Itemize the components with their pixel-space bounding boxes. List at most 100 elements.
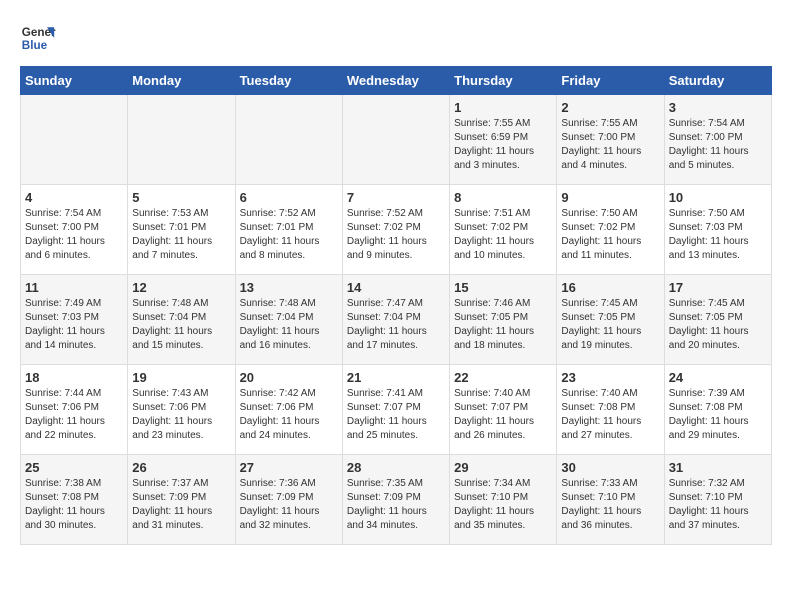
day-info: Sunrise: 7:55 AM Sunset: 7:00 PM Dayligh…: [561, 117, 659, 173]
calendar-cell: [21, 95, 128, 185]
day-number: 29: [454, 460, 552, 475]
calendar-cell: 1 Sunrise: 7:55 AM Sunset: 6:59 PM Daylig…: [450, 95, 557, 185]
calendar-cell: 12Sunrise: 7:48 AM Sunset: 7:04 PM Dayli…: [128, 275, 235, 365]
weekday-header: Saturday: [664, 67, 771, 95]
calendar-cell: 13 Sunrise: 7:48 AM Sunset: 7:04 PM Dayli…: [235, 275, 342, 365]
calendar-week-row: 11 Sunrise: 7:49 AM Sunset: 7:03 PM Dayli…: [21, 275, 772, 365]
weekday-header: Tuesday: [235, 67, 342, 95]
day-info: Sunrise: 7:38 AM Sunset: 7:08 PM Dayligh…: [25, 477, 123, 533]
calendar-cell: 20 Sunrise: 7:42 AM Sunset: 7:06 PM Dayli…: [235, 365, 342, 455]
calendar-cell: 10 Sunrise: 7:50 AM Sunset: 7:03 PM Dayli…: [664, 185, 771, 275]
day-info: Sunrise: 7:51 AM Sunset: 7:02 PM Dayligh…: [454, 207, 552, 263]
day-number: 4: [25, 190, 123, 205]
calendar-cell: 23Sunrise: 7:40 AM Sunset: 7:08 PM Dayli…: [557, 365, 664, 455]
calendar-cell: 8 Sunrise: 7:51 AM Sunset: 7:02 PM Daylig…: [450, 185, 557, 275]
day-number: 15: [454, 280, 552, 295]
day-info: Sunrise: 7:53 AM Sunset: 7:01 PM Dayligh…: [132, 207, 230, 263]
day-number: 3: [669, 100, 767, 115]
day-number: 10: [669, 190, 767, 205]
day-number: 17: [669, 280, 767, 295]
weekday-header: Thursday: [450, 67, 557, 95]
day-number: 1: [454, 100, 552, 115]
day-number: 16: [561, 280, 659, 295]
day-info: Sunrise: 7:34 AM Sunset: 7:10 PM Dayligh…: [454, 477, 552, 533]
day-info: Sunrise: 7:46 AM Sunset: 7:05 PM Dayligh…: [454, 297, 552, 353]
calendar-week-row: 25Sunrise: 7:38 AM Sunset: 7:08 PM Dayli…: [21, 455, 772, 545]
day-info: Sunrise: 7:33 AM Sunset: 7:10 PM Dayligh…: [561, 477, 659, 533]
logo: General Blue: [20, 20, 56, 56]
calendar-cell: 22 Sunrise: 7:40 AM Sunset: 7:07 PM Dayli…: [450, 365, 557, 455]
calendar-cell: 14 Sunrise: 7:47 AM Sunset: 7:04 PM Dayli…: [342, 275, 449, 365]
calendar-week-row: 18Sunrise: 7:44 AM Sunset: 7:06 PM Dayli…: [21, 365, 772, 455]
calendar-cell: 6 Sunrise: 7:52 AM Sunset: 7:01 PM Daylig…: [235, 185, 342, 275]
day-info: Sunrise: 7:49 AM Sunset: 7:03 PM Dayligh…: [25, 297, 123, 353]
day-info: Sunrise: 7:54 AM Sunset: 7:00 PM Dayligh…: [25, 207, 123, 263]
calendar-cell: 29 Sunrise: 7:34 AM Sunset: 7:10 PM Dayli…: [450, 455, 557, 545]
day-info: Sunrise: 7:41 AM Sunset: 7:07 PM Dayligh…: [347, 387, 445, 443]
day-info: Sunrise: 7:37 AM Sunset: 7:09 PM Dayligh…: [132, 477, 230, 533]
day-info: Sunrise: 7:32 AM Sunset: 7:10 PM Dayligh…: [669, 477, 767, 533]
calendar-cell: 9 Sunrise: 7:50 AM Sunset: 7:02 PM Daylig…: [557, 185, 664, 275]
calendar-cell: 15 Sunrise: 7:46 AM Sunset: 7:05 PM Dayli…: [450, 275, 557, 365]
weekday-header: Friday: [557, 67, 664, 95]
day-info: Sunrise: 7:35 AM Sunset: 7:09 PM Dayligh…: [347, 477, 445, 533]
calendar-cell: 11 Sunrise: 7:49 AM Sunset: 7:03 PM Dayli…: [21, 275, 128, 365]
day-number: 31: [669, 460, 767, 475]
day-number: 5: [132, 190, 230, 205]
calendar-cell: [235, 95, 342, 185]
calendar-cell: 19 Sunrise: 7:43 AM Sunset: 7:06 PM Dayli…: [128, 365, 235, 455]
calendar-cell: 2Sunrise: 7:55 AM Sunset: 7:00 PM Daylig…: [557, 95, 664, 185]
calendar-cell: 28 Sunrise: 7:35 AM Sunset: 7:09 PM Dayli…: [342, 455, 449, 545]
day-info: Sunrise: 7:55 AM Sunset: 6:59 PM Dayligh…: [454, 117, 552, 173]
day-number: 14: [347, 280, 445, 295]
calendar-header-row: SundayMondayTuesdayWednesdayThursdayFrid…: [21, 67, 772, 95]
day-number: 27: [240, 460, 338, 475]
day-number: 28: [347, 460, 445, 475]
calendar-cell: [128, 95, 235, 185]
day-number: 19: [132, 370, 230, 385]
day-info: Sunrise: 7:43 AM Sunset: 7:06 PM Dayligh…: [132, 387, 230, 443]
day-info: Sunrise: 7:45 AM Sunset: 7:05 PM Dayligh…: [561, 297, 659, 353]
logo-icon: General Blue: [20, 20, 56, 56]
day-info: Sunrise: 7:36 AM Sunset: 7:09 PM Dayligh…: [240, 477, 338, 533]
day-number: 8: [454, 190, 552, 205]
day-number: 26: [132, 460, 230, 475]
day-info: Sunrise: 7:50 AM Sunset: 7:02 PM Dayligh…: [561, 207, 659, 263]
day-number: 22: [454, 370, 552, 385]
day-info: Sunrise: 7:50 AM Sunset: 7:03 PM Dayligh…: [669, 207, 767, 263]
day-info: Sunrise: 7:47 AM Sunset: 7:04 PM Dayligh…: [347, 297, 445, 353]
day-info: Sunrise: 7:48 AM Sunset: 7:04 PM Dayligh…: [240, 297, 338, 353]
day-number: 20: [240, 370, 338, 385]
calendar-cell: 25Sunrise: 7:38 AM Sunset: 7:08 PM Dayli…: [21, 455, 128, 545]
weekday-header: Sunday: [21, 67, 128, 95]
day-number: 13: [240, 280, 338, 295]
calendar-cell: 5 Sunrise: 7:53 AM Sunset: 7:01 PM Daylig…: [128, 185, 235, 275]
calendar-cell: 21 Sunrise: 7:41 AM Sunset: 7:07 PM Dayli…: [342, 365, 449, 455]
calendar-cell: 4 Sunrise: 7:54 AM Sunset: 7:00 PM Daylig…: [21, 185, 128, 275]
weekday-header: Monday: [128, 67, 235, 95]
weekday-header: Wednesday: [342, 67, 449, 95]
day-number: 11: [25, 280, 123, 295]
day-number: 18: [25, 370, 123, 385]
day-number: 9: [561, 190, 659, 205]
calendar-cell: 7Sunrise: 7:52 AM Sunset: 7:02 PM Daylig…: [342, 185, 449, 275]
day-info: Sunrise: 7:40 AM Sunset: 7:07 PM Dayligh…: [454, 387, 552, 443]
page-header: General Blue: [20, 20, 772, 56]
svg-text:Blue: Blue: [22, 39, 48, 52]
calendar-cell: 3Sunrise: 7:54 AM Sunset: 7:00 PM Daylig…: [664, 95, 771, 185]
calendar-week-row: 1 Sunrise: 7:55 AM Sunset: 6:59 PM Daylig…: [21, 95, 772, 185]
day-info: Sunrise: 7:40 AM Sunset: 7:08 PM Dayligh…: [561, 387, 659, 443]
calendar-week-row: 4 Sunrise: 7:54 AM Sunset: 7:00 PM Daylig…: [21, 185, 772, 275]
calendar-cell: 26 Sunrise: 7:37 AM Sunset: 7:09 PM Dayli…: [128, 455, 235, 545]
calendar-cell: 24Sunrise: 7:39 AM Sunset: 7:08 PM Dayli…: [664, 365, 771, 455]
calendar-cell: 17Sunrise: 7:45 AM Sunset: 7:05 PM Dayli…: [664, 275, 771, 365]
calendar-cell: 18Sunrise: 7:44 AM Sunset: 7:06 PM Dayli…: [21, 365, 128, 455]
day-info: Sunrise: 7:39 AM Sunset: 7:08 PM Dayligh…: [669, 387, 767, 443]
calendar-cell: [342, 95, 449, 185]
day-info: Sunrise: 7:42 AM Sunset: 7:06 PM Dayligh…: [240, 387, 338, 443]
day-info: Sunrise: 7:52 AM Sunset: 7:01 PM Dayligh…: [240, 207, 338, 263]
day-number: 6: [240, 190, 338, 205]
day-number: 21: [347, 370, 445, 385]
day-number: 12: [132, 280, 230, 295]
day-info: Sunrise: 7:52 AM Sunset: 7:02 PM Dayligh…: [347, 207, 445, 263]
